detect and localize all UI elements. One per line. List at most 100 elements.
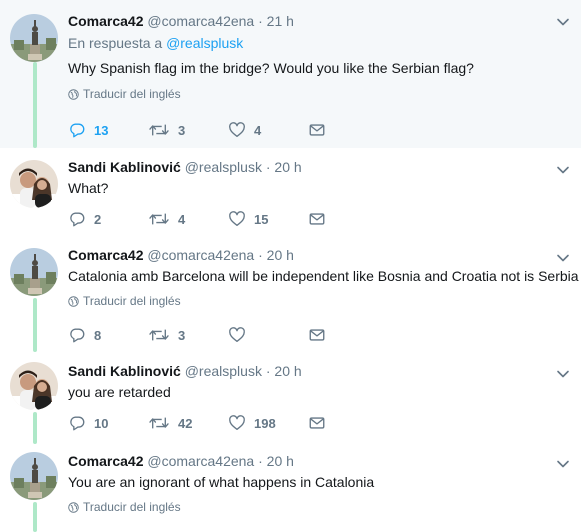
translate-link[interactable]: Traducir del inglés bbox=[68, 294, 571, 308]
retweet-button[interactable]: 42 bbox=[148, 414, 228, 432]
direct-message-button[interactable] bbox=[308, 326, 326, 344]
tweet[interactable]: Sandi Kablinović @realsplusk · 20 h What… bbox=[0, 148, 581, 240]
tweet-text: You are an ignorant of what happens in C… bbox=[68, 474, 375, 490]
reply-mention-link[interactable]: @realsplusk bbox=[166, 35, 243, 51]
thread-line bbox=[33, 298, 37, 352]
globe-icon bbox=[68, 89, 79, 100]
thread-line bbox=[33, 62, 37, 148]
thread-line bbox=[33, 412, 37, 444]
globe-icon bbox=[68, 502, 79, 513]
user-name[interactable]: Comarca42 bbox=[68, 13, 144, 29]
envelope-icon bbox=[308, 414, 326, 432]
chevron-down-icon[interactable] bbox=[555, 456, 571, 472]
user-handle[interactable]: @realsplusk bbox=[185, 159, 262, 175]
separator-dot: · bbox=[258, 453, 263, 469]
translate-label: Traducir del inglés bbox=[83, 87, 181, 101]
direct-message-button[interactable] bbox=[308, 121, 326, 139]
reply-icon bbox=[68, 414, 86, 432]
separator-dot: · bbox=[258, 13, 263, 29]
reply-count: 2 bbox=[94, 211, 102, 227]
timestamp[interactable]: 21 h bbox=[267, 13, 294, 29]
reply-prefix: En respuesta a bbox=[68, 35, 163, 51]
tweet-actions: 2 4 15 bbox=[68, 210, 326, 228]
retweet-count: 3 bbox=[178, 327, 186, 343]
chevron-down-icon[interactable] bbox=[555, 366, 571, 382]
reply-button[interactable]: 13 bbox=[68, 121, 148, 139]
tweet-header: Sandi Kablinović @realsplusk · 20 h bbox=[68, 158, 571, 176]
reply-count: 10 bbox=[94, 415, 109, 431]
direct-message-button[interactable] bbox=[308, 414, 326, 432]
tweet-text: you are retarded bbox=[68, 384, 171, 400]
tweet-header: Comarca42 @comarca42ena · 20 h bbox=[68, 246, 571, 264]
user-handle[interactable]: @realsplusk bbox=[185, 363, 262, 379]
reply-icon bbox=[68, 210, 86, 228]
tweet[interactable]: Comarca42 @comarca42ena · 20 h Catalonia… bbox=[0, 240, 581, 352]
tweet-text: Catalonia amb Barcelona will be independ… bbox=[68, 268, 579, 284]
chevron-down-icon[interactable] bbox=[555, 14, 571, 30]
statue-avatar[interactable] bbox=[10, 248, 58, 296]
reply-count: 8 bbox=[94, 327, 102, 343]
separator-dot: · bbox=[265, 159, 271, 175]
tweet-actions: 10 42 198 bbox=[68, 414, 326, 432]
separator-dot: · bbox=[258, 247, 263, 263]
user-name[interactable]: Sandi Kablinović bbox=[68, 159, 181, 175]
translate-link[interactable]: Traducir del inglés bbox=[68, 500, 571, 514]
translate-label: Traducir del inglés bbox=[83, 500, 181, 514]
heart-icon bbox=[228, 326, 246, 344]
timestamp[interactable]: 20 h bbox=[267, 453, 294, 469]
statue-avatar[interactable] bbox=[10, 14, 58, 62]
tweet-actions: 8 3 bbox=[68, 326, 326, 344]
retweet-count: 42 bbox=[178, 415, 193, 431]
like-button[interactable]: 15 bbox=[228, 210, 308, 228]
chevron-down-icon[interactable] bbox=[555, 162, 571, 178]
tweet-text: Why Spanish flag im the bridge? Would yo… bbox=[68, 60, 474, 76]
reply-icon bbox=[68, 326, 86, 344]
reply-button[interactable]: 2 bbox=[68, 210, 148, 228]
reply-button[interactable]: 10 bbox=[68, 414, 148, 432]
couple-avatar[interactable] bbox=[10, 160, 58, 208]
retweet-button[interactable]: 4 bbox=[148, 210, 228, 228]
user-name[interactable]: Comarca42 bbox=[68, 247, 144, 263]
direct-message-button[interactable] bbox=[308, 210, 326, 228]
like-button[interactable]: 198 bbox=[228, 414, 308, 432]
statue-avatar[interactable] bbox=[10, 452, 58, 500]
user-name[interactable]: Sandi Kablinović bbox=[68, 363, 181, 379]
envelope-icon bbox=[308, 210, 326, 228]
reply-button[interactable]: 8 bbox=[68, 326, 148, 344]
timestamp[interactable]: 20 h bbox=[274, 159, 301, 175]
tweet-header: Comarca42 @comarca42ena · 20 h bbox=[68, 452, 571, 470]
translate-link[interactable]: Traducir del inglés bbox=[68, 87, 571, 101]
timestamp[interactable]: 20 h bbox=[274, 363, 301, 379]
like-button[interactable] bbox=[228, 326, 308, 344]
retweet-count: 4 bbox=[178, 211, 186, 227]
like-count: 15 bbox=[254, 211, 269, 227]
tweet-actions: 13 3 4 bbox=[68, 121, 326, 139]
heart-icon bbox=[228, 210, 246, 228]
like-button[interactable]: 4 bbox=[228, 121, 308, 139]
tweet[interactable]: Sandi Kablinović @realsplusk · 20 h you … bbox=[0, 352, 581, 444]
tweet[interactable]: Comarca42 @comarca42ena · 20 h You are a… bbox=[0, 444, 581, 532]
tweet-text: What? bbox=[68, 180, 109, 196]
retweet-button[interactable]: 3 bbox=[148, 326, 228, 344]
user-handle[interactable]: @comarca42ena bbox=[147, 13, 254, 29]
thread-line bbox=[33, 502, 37, 532]
user-handle[interactable]: @comarca42ena bbox=[147, 247, 254, 263]
retweet-icon bbox=[148, 414, 170, 432]
envelope-icon bbox=[308, 121, 326, 139]
translate-label: Traducir del inglés bbox=[83, 294, 181, 308]
heart-icon bbox=[228, 414, 246, 432]
retweet-icon bbox=[148, 121, 170, 139]
retweet-icon bbox=[148, 210, 170, 228]
user-name[interactable]: Comarca42 bbox=[68, 453, 144, 469]
tweet[interactable]: Comarca42 @comarca42ena · 21 h En respue… bbox=[0, 0, 581, 148]
user-handle[interactable]: @comarca42ena bbox=[147, 453, 254, 469]
retweet-icon bbox=[148, 326, 170, 344]
couple-avatar[interactable] bbox=[10, 362, 58, 410]
timestamp[interactable]: 20 h bbox=[267, 247, 294, 263]
reply-context: En respuesta a @realsplusk bbox=[68, 34, 571, 52]
retweet-button[interactable]: 3 bbox=[148, 121, 228, 139]
reply-count: 13 bbox=[94, 122, 109, 138]
chevron-down-icon[interactable] bbox=[555, 250, 571, 266]
envelope-icon bbox=[308, 326, 326, 344]
reply-icon bbox=[68, 121, 86, 139]
